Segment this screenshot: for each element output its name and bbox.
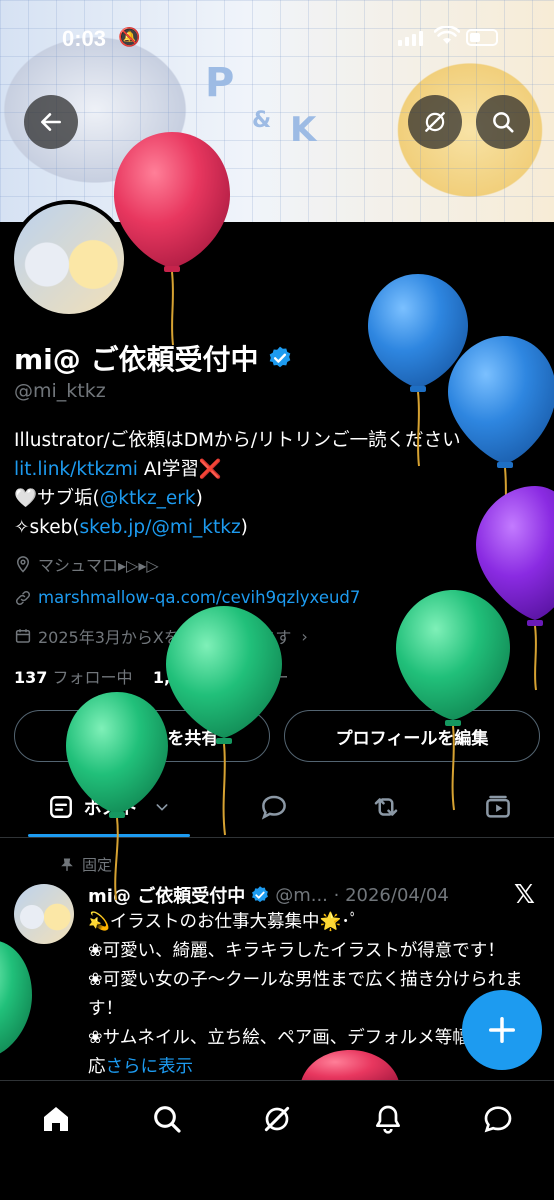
post-handle-date: @m... · 2026/04/04 bbox=[275, 884, 449, 906]
following-count: 137 bbox=[14, 668, 48, 687]
profile-joined[interactable]: 2025年3月からXを利用しています › bbox=[14, 624, 308, 648]
following-label: フォロー中 bbox=[52, 668, 133, 687]
balloon-green bbox=[396, 590, 510, 811]
nav-search[interactable] bbox=[147, 1099, 187, 1139]
bell-icon bbox=[376, 1105, 400, 1134]
show-more-link[interactable]: さらに表示 bbox=[106, 1057, 194, 1077]
pinned-indicator: 固定 bbox=[60, 854, 112, 875]
plus-icon bbox=[489, 1017, 515, 1043]
nav-notifications[interactable] bbox=[368, 1099, 408, 1139]
bio-text: 🤍サブ垢( bbox=[14, 488, 100, 509]
followers-count: 1,436 bbox=[152, 668, 204, 687]
posts-icon bbox=[50, 796, 72, 818]
bio-text: AI学習❌ bbox=[143, 459, 222, 480]
profile-action-buttons: プロフィールを共有 プロフィールを編集 bbox=[14, 710, 540, 762]
profile-avatar[interactable] bbox=[10, 200, 128, 318]
post-line: ❀可愛い、綺麗、キラキラしたイラストが得意です！ bbox=[88, 941, 505, 961]
joined-text: 2025年3月からXを利用しています bbox=[38, 628, 292, 647]
nav-grok[interactable] bbox=[257, 1099, 297, 1139]
banner-decoration: & bbox=[252, 108, 272, 133]
wifi-icon bbox=[434, 26, 460, 44]
post-author-name[interactable]: mi@ ご依頼受付中 bbox=[88, 882, 245, 908]
share-profile-button[interactable]: プロフィールを共有 bbox=[14, 710, 270, 762]
compose-post-button[interactable] bbox=[462, 990, 542, 1070]
tab-posts-label: ポスト bbox=[84, 798, 138, 819]
status-time: 0:03 bbox=[62, 26, 107, 51]
search-icon bbox=[154, 1106, 181, 1133]
website-link[interactable]: marshmallow-qa.com/cevih9qzlyxeud7 bbox=[38, 588, 360, 607]
grok-button[interactable] bbox=[408, 95, 462, 149]
tab-media[interactable] bbox=[468, 778, 528, 836]
search-button[interactable] bbox=[476, 95, 530, 149]
pin-icon bbox=[61, 857, 73, 871]
chevron-down-icon bbox=[156, 804, 168, 811]
location-text: マシュマロ▸▷▸▷ bbox=[38, 556, 159, 575]
bio-line: Illustrator/ご依頼はDMから/リトリンご一読ください bbox=[14, 430, 461, 451]
post-line: 💫イラストのお仕事大募集中🌟･ﾟ bbox=[88, 912, 359, 932]
nav-messages[interactable] bbox=[478, 1099, 518, 1139]
post-author-avatar[interactable] bbox=[14, 884, 74, 944]
tab-replies[interactable] bbox=[244, 778, 304, 836]
home-icon bbox=[44, 1107, 68, 1131]
profile-name: mi@ ご依頼受付中 bbox=[14, 343, 259, 376]
link-icon bbox=[15, 590, 31, 605]
following-link[interactable]: 137 フォロー中 bbox=[14, 668, 133, 687]
pinned-label: 固定 bbox=[82, 856, 113, 874]
profile-location: マシュマロ▸▷▸▷ bbox=[14, 552, 159, 576]
profile-tabs: ポスト bbox=[0, 778, 554, 838]
profile-bio: Illustrator/ご依頼はDMから/リトリンご一読ください lit.lin… bbox=[14, 426, 554, 542]
avatar-image bbox=[14, 204, 124, 314]
bio-link-litlink[interactable]: lit.link/ktkzmi bbox=[14, 459, 138, 480]
followers-link[interactable]: 1,436 フォロワー bbox=[153, 668, 289, 687]
bio-link-skeb[interactable]: skeb.jp/@mi_ktkz bbox=[80, 517, 241, 538]
calendar-icon bbox=[15, 629, 31, 643]
bio-line: lit.link/ktkzmi AI学習❌ bbox=[14, 455, 554, 484]
chat-bubble-icon bbox=[484, 1106, 512, 1133]
search-icon bbox=[493, 112, 514, 133]
bio-line: 🤍サブ垢(@ktkz_erk) bbox=[14, 484, 554, 513]
media-icon bbox=[486, 795, 510, 818]
cellular-signal-icon bbox=[398, 30, 423, 46]
tab-posts[interactable]: ポスト bbox=[28, 778, 190, 837]
profile-website: marshmallow-qa.com/cevih9qzlyxeud7 bbox=[14, 588, 360, 607]
mute-bell-icon: 🔕 bbox=[118, 27, 141, 48]
follow-counts: 137 フォロー中 1,436 フォロワー bbox=[14, 664, 289, 688]
chevron-right-icon: › bbox=[301, 626, 308, 646]
back-button[interactable] bbox=[24, 95, 78, 149]
banner-decoration: K bbox=[290, 110, 317, 150]
balloon-green bbox=[0, 941, 32, 1054]
edit-profile-button[interactable]: プロフィールを編集 bbox=[284, 710, 540, 762]
followers-label: フォロワー bbox=[208, 668, 289, 687]
battery-icon bbox=[466, 29, 498, 46]
bottom-navigation bbox=[0, 1080, 554, 1200]
grok-icon bbox=[425, 112, 445, 132]
bio-text: ) bbox=[195, 488, 203, 509]
bio-text: ✧skeb( bbox=[14, 517, 80, 538]
profile-handle: @mi_ktkz bbox=[14, 380, 106, 402]
post-header: mi@ ご依頼受付中 @m... · 2026/04/04 bbox=[88, 882, 449, 908]
repost-icon bbox=[374, 798, 398, 816]
arrow-left-icon bbox=[41, 113, 61, 131]
location-pin-icon bbox=[16, 556, 30, 573]
bio-line: ✧skeb(skeb.jp/@mi_ktkz) bbox=[14, 513, 554, 542]
bio-text: ) bbox=[240, 517, 248, 538]
profile-name-row: mi@ ご依頼受付中 bbox=[14, 338, 293, 378]
status-bar: 0:03 🔕 bbox=[0, 0, 554, 80]
nav-home[interactable] bbox=[36, 1099, 76, 1139]
reply-bubble-icon bbox=[261, 795, 286, 820]
verified-badge-icon[interactable] bbox=[267, 345, 293, 371]
verified-badge-icon bbox=[252, 886, 269, 903]
tab-reposts[interactable] bbox=[356, 778, 416, 836]
grok-icon bbox=[264, 1106, 290, 1132]
bio-link-sub-account[interactable]: @ktkz_erk bbox=[100, 488, 196, 509]
x-logo-icon: 𝕏 bbox=[514, 880, 535, 910]
